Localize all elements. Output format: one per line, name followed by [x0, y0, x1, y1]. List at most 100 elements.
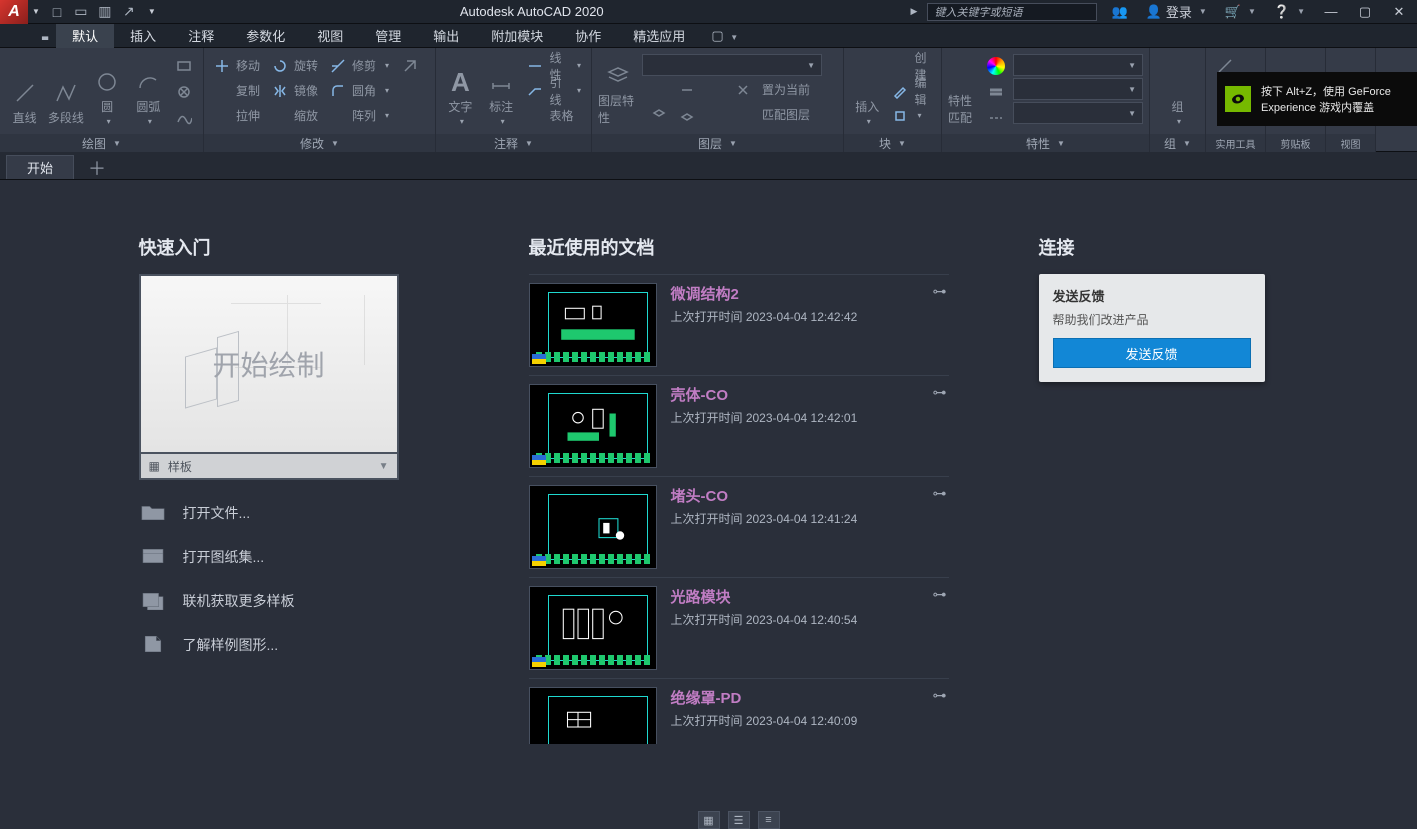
props-lweight-combo[interactable]: ▼ [1013, 78, 1143, 100]
qat-save-icon[interactable]: ▥ [96, 3, 114, 21]
group-button[interactable]: 组▾ [1156, 52, 1199, 126]
menu-tab-1[interactable]: 插入 [114, 24, 172, 48]
pin-icon[interactable]: ⊶ [933, 586, 947, 603]
props-lweight-icon[interactable] [983, 80, 1009, 104]
ribbon-overflow[interactable]: ▢ ▼ [711, 28, 738, 44]
recent-item[interactable]: 壳体-CO上次打开时间 2023-04-04 12:42:01⊶ [529, 375, 949, 476]
layer-match-button[interactable]: 匹配图层 [642, 103, 832, 126]
draw-polyline-button[interactable]: 多段线 [47, 52, 84, 126]
tab-start[interactable]: 开始 [6, 155, 74, 179]
menu-tab-0[interactable]: 默认 [56, 24, 114, 48]
template-dropdown[interactable]: ▦ 样板 ▼ [139, 454, 399, 480]
recent-item[interactable]: 光路模块上次打开时间 2023-04-04 12:40:54⊶ [529, 577, 949, 678]
search-input[interactable]: 键入关键字或短语 [927, 3, 1097, 21]
props-ltype-combo[interactable]: ▼ [1013, 102, 1143, 124]
exchange-icon[interactable]: 🛒▼ [1221, 4, 1260, 20]
qat-open-icon[interactable]: ▭ [72, 3, 90, 21]
quickstart-link-2[interactable]: 联机获取更多样板 [139, 584, 439, 618]
close-button[interactable]: ✕ [1387, 3, 1411, 21]
a360-icon[interactable]: 👥 [1107, 4, 1131, 20]
menu-tab-2[interactable]: 注释 [172, 24, 230, 48]
panel-draw-title[interactable]: 绘图▼ [0, 134, 203, 152]
annot-table-button[interactable]: 表格 [523, 104, 585, 127]
panel-group-title[interactable]: 组▼ [1150, 134, 1205, 152]
new-tab-button[interactable]: ＋ [82, 157, 112, 179]
pin-icon[interactable]: ⊶ [933, 283, 947, 300]
props-color-combo[interactable]: ▼ [1013, 54, 1143, 76]
panel-clip-title[interactable]: 剪贴板 [1266, 134, 1325, 152]
qat-new-icon[interactable]: □ [48, 3, 66, 21]
recent-view-detail[interactable]: ≡ [758, 811, 780, 829]
modify-trim-button[interactable]: 修剪▾ [326, 54, 393, 77]
ribbon-minimize-icon[interactable]: ▃ [38, 24, 52, 48]
layer-setcurrent-button[interactable]: 置为当前 [642, 78, 832, 101]
menu-tab-9[interactable]: 精选应用 [617, 24, 701, 48]
menu-tab-4[interactable]: 视图 [301, 24, 359, 48]
draw-arc-button[interactable]: 圆弧▾ [130, 52, 167, 126]
draw-rect-icon[interactable] [171, 54, 197, 78]
start-drawing-card[interactable]: 开始绘制 [139, 274, 399, 454]
pin-icon[interactable]: ⊶ [933, 687, 947, 704]
block-attr-button[interactable]: ▾ [888, 104, 935, 127]
draw-circle-button[interactable]: 圆▾ [89, 52, 126, 126]
panel-annot-title[interactable]: 注释▼ [436, 134, 591, 152]
draw-line-button[interactable]: 直线 [6, 52, 43, 126]
block-edit-button[interactable]: 编辑 [888, 79, 935, 102]
help-icon[interactable]: ❔▼ [1270, 4, 1309, 20]
block-insert-button[interactable]: 插入▾ [850, 52, 884, 126]
recent-view-thumb[interactable]: ▦ [698, 811, 720, 829]
qat-caret[interactable]: ▼ [144, 7, 160, 16]
app-menu-caret[interactable]: ▼ [28, 7, 44, 16]
modify-rotate-button[interactable]: 旋转 [268, 54, 322, 77]
menu-tab-8[interactable]: 协作 [559, 24, 617, 48]
modify-fillet-button[interactable]: 圆角▾ [326, 79, 393, 102]
draw-spline-icon[interactable] [171, 106, 197, 130]
draw-hatch-icon[interactable] [171, 80, 197, 104]
minimize-button[interactable]: — [1319, 3, 1343, 21]
menu-tab-3[interactable]: 参数化 [230, 24, 301, 48]
app-icon[interactable]: A [0, 0, 28, 24]
layer-combo[interactable]: ▼ [642, 54, 822, 76]
panel-props-title[interactable]: 特性▼ [942, 134, 1149, 152]
quickstart-link-1[interactable]: 打开图纸集... [139, 540, 439, 574]
annot-leader-button[interactable]: 引线▾ [523, 79, 585, 102]
menu-tab-5[interactable]: 管理 [359, 24, 417, 48]
modify-erase-icon[interactable] [397, 54, 423, 78]
props-ltype-icon[interactable] [983, 106, 1009, 130]
recent-item[interactable]: 微调结构2上次打开时间 2023-04-04 12:42:42⊶ [529, 274, 949, 375]
menu-tab-6[interactable]: 输出 [417, 24, 475, 48]
props-match-button[interactable]: 特性匹配 [948, 52, 979, 126]
modify-move-button[interactable]: 移动 [210, 54, 264, 77]
flag-icon [532, 657, 546, 667]
pin-icon[interactable]: ⊶ [933, 384, 947, 401]
qat-share-icon[interactable]: ↗ [120, 3, 138, 21]
quickstart-link-0[interactable]: 打开文件... [139, 496, 439, 530]
modify-explode-icon[interactable] [397, 80, 423, 104]
recent-view-list[interactable]: ☰ [728, 811, 750, 829]
modify-copy-button[interactable]: 复制 [210, 79, 264, 102]
feedback-button[interactable]: 发送反馈 [1053, 338, 1251, 368]
modify-scale-button[interactable]: 缩放 [268, 104, 322, 127]
search-caret[interactable]: ▶ [911, 6, 918, 17]
menu-tab-7[interactable]: 附加模块 [475, 24, 559, 48]
quickstart-link-3[interactable]: 了解样例图形... [139, 628, 439, 662]
panel-util-title[interactable]: 实用工具 [1206, 134, 1265, 152]
panel-layer-title[interactable]: 图层▼ [592, 134, 843, 152]
login-link[interactable]: 👤 登录 ▼ [1142, 2, 1211, 21]
panel-block-title[interactable]: 块▼ [844, 134, 941, 152]
layer-props-button[interactable]: 图层特性 [598, 52, 638, 126]
maximize-button[interactable]: ▢ [1353, 3, 1377, 21]
panel-view-title[interactable]: 视图 [1326, 134, 1375, 152]
modify-stretch-button[interactable]: 拉伸 [210, 104, 264, 127]
annot-dim-button[interactable]: 标注▾ [483, 52, 520, 126]
modify-offset-icon[interactable] [397, 106, 423, 130]
nvidia-overlay[interactable]: 按下 Alt+Z，使用 GeForce Experience 游戏内覆盖 [1217, 72, 1417, 126]
props-color-icon[interactable] [983, 54, 1009, 78]
modify-array-button[interactable]: 阵列▾ [326, 104, 393, 127]
annot-text-button[interactable]: A文字▾ [442, 52, 479, 126]
recent-item[interactable]: 堵头-CO上次打开时间 2023-04-04 12:41:24⊶ [529, 476, 949, 577]
panel-modify-title[interactable]: 修改▼ [204, 134, 435, 152]
modify-mirror-button[interactable]: 镜像 [268, 79, 322, 102]
recent-item[interactable]: 绝缘罩-PD上次打开时间 2023-04-04 12:40:09⊶ [529, 678, 949, 744]
pin-icon[interactable]: ⊶ [933, 485, 947, 502]
